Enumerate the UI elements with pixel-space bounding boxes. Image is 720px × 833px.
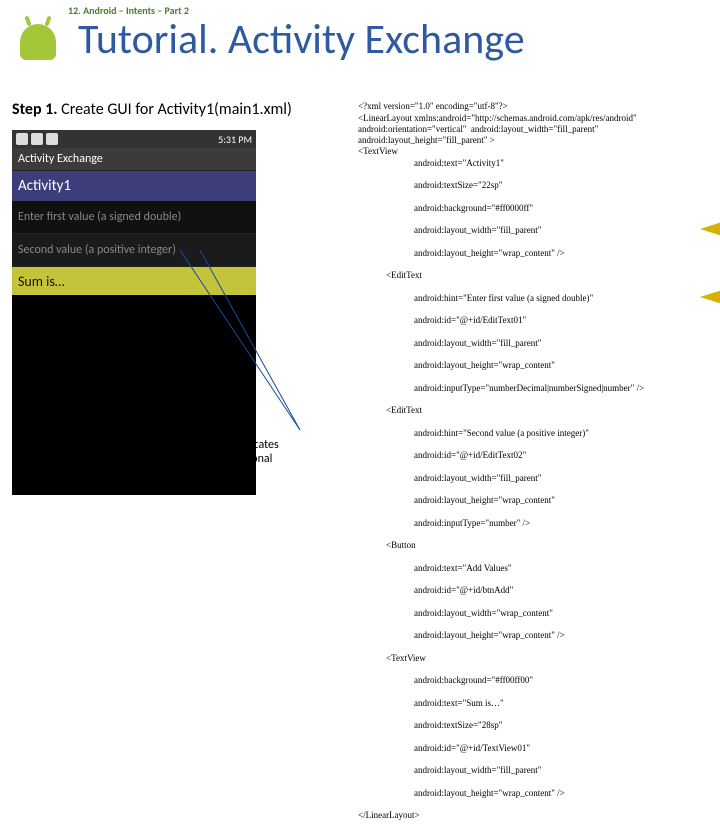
code-line: android:inputType="numberDecimal|numberS… <box>358 383 706 394</box>
code-line: android:text="Sum is…" <box>358 698 706 709</box>
code-line: <TextView <box>358 653 706 664</box>
code-line: android:background="#ff0000ff" <box>358 203 706 214</box>
code-line: android:inputType="number" /> <box>358 518 706 529</box>
code-line: android:layout_height="fill_parent" > <box>358 135 495 145</box>
code-line: android:id="@+id/btnAdd" <box>358 585 706 596</box>
app-title-bar: Activity Exchange <box>12 148 256 171</box>
arrow-icon <box>700 290 720 304</box>
code-line: android:id="@+id/EditText02" <box>358 450 706 461</box>
note-text: Note. The element android:inputStyle ind… <box>48 438 288 480</box>
code-line: android:hint="Enter first value (a signe… <box>358 293 706 304</box>
code-line: android:id="@+id/EditText01" <box>358 315 706 326</box>
code-line: android:layout_height="wrap_content" <box>358 495 706 506</box>
code-line: android:layout_height="wrap_content" /> <box>358 630 706 641</box>
code-line: </LinearLayout> <box>358 810 420 820</box>
page-title: Tutorial. Activity Exchange <box>78 14 525 65</box>
code-line: android:orientation="vertical" android:l… <box>358 124 598 134</box>
code-line: <TextView <box>358 146 398 156</box>
status-icon <box>31 133 43 145</box>
step-desc: Create GUI for Activity1(main1.xml) <box>58 100 292 119</box>
note-body: The element android:inputStyle indicates… <box>48 438 279 480</box>
status-time: 5:31 PM <box>218 133 252 146</box>
code-line: android:layout_width="fill_parent" <box>358 225 706 236</box>
code-line: <?xml version="1.0" encoding="utf-8"?> <box>358 101 508 111</box>
step-heading: Step 1. Create GUI for Activity1(main1.x… <box>12 100 292 119</box>
code-line: android:layout_height="wrap_content" /> <box>358 788 706 799</box>
edit-text-1[interactable]: Enter first value (a signed double) <box>12 201 256 234</box>
step-number: Step 1. <box>12 100 58 119</box>
code-line: android:layout_height="wrap_content" /> <box>358 248 706 259</box>
status-icon <box>46 133 58 145</box>
code-line: <Button <box>358 540 706 551</box>
code-line: android:layout_height="wrap_content" <box>358 360 706 371</box>
arrow-icon <box>700 222 720 236</box>
code-line: android:background="#ff00ff00" <box>358 675 706 686</box>
code-line: android:layout_width="fill_parent" <box>358 473 706 484</box>
code-line: android:text="Add Values" <box>358 563 706 574</box>
status-icon <box>16 133 28 145</box>
activity1-label: Activity1 <box>12 171 256 201</box>
code-line: android:textSize="28sp" <box>358 720 706 731</box>
status-bar: 5:31 PM <box>12 130 256 148</box>
code-line: android:layout_width="wrap_content" <box>358 608 706 619</box>
note-label: Note. <box>48 438 76 452</box>
android-logo-icon <box>8 18 66 70</box>
annotation-lines <box>180 250 330 450</box>
code-line: android:id="@+id/TextView01" <box>358 743 706 754</box>
code-line: <LinearLayout xmlns:android="http://sche… <box>358 113 637 123</box>
code-line: <EditText <box>358 405 706 416</box>
code-line: <EditText <box>358 270 706 281</box>
code-line: android:text="Activity1" <box>358 158 706 169</box>
code-line: android:layout_width="fill_parent" <box>358 338 706 349</box>
code-line: android:layout_width="fill_parent" <box>358 765 706 776</box>
code-line: android:textSize="22sp" <box>358 180 706 191</box>
code-line: android:hint="Second value (a positive i… <box>358 428 706 439</box>
xml-code-block: <?xml version="1.0" encoding="utf-8"?> <… <box>358 90 706 833</box>
